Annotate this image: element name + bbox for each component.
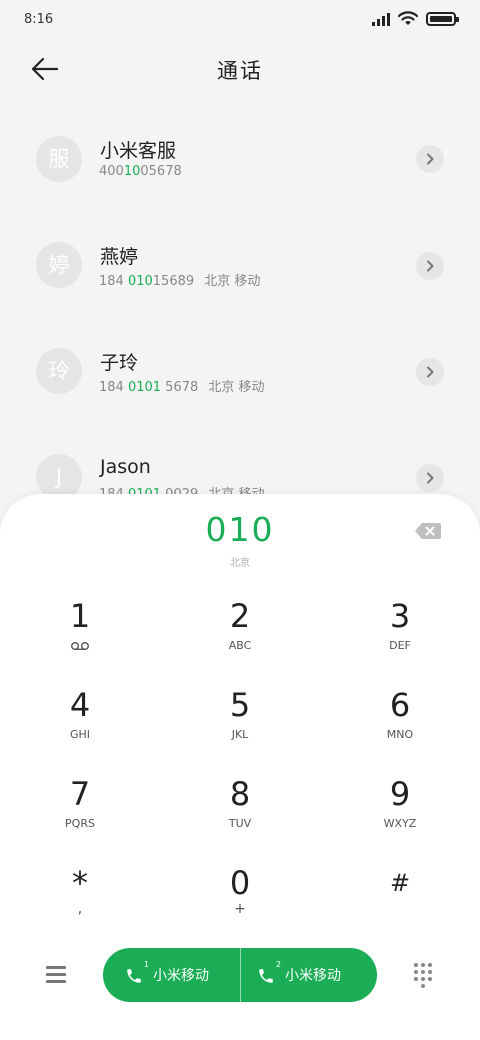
status-icons bbox=[372, 11, 459, 26]
contact-row[interactable]: 服 小米客服 4001005678 bbox=[0, 102, 480, 208]
dial-key-9[interactable]: 9 WXYZ bbox=[340, 774, 460, 854]
contact-location: 北京 移动 bbox=[204, 274, 261, 289]
contact-location: 北京 移动 bbox=[208, 380, 265, 395]
key-letters: DEF bbox=[389, 639, 411, 652]
dial-number-display[interactable]: 010 bbox=[0, 510, 480, 549]
contact-number: 184 01015689 北京 移动 bbox=[99, 270, 260, 289]
voicemail-icon bbox=[71, 642, 89, 650]
battery-icon bbox=[426, 11, 459, 26]
dial-key-3[interactable]: 3 DEF bbox=[340, 596, 460, 676]
sim-number: 1 bbox=[143, 960, 149, 969]
contact-number: 184 0101 5678 北京 移动 bbox=[99, 376, 265, 395]
number-prefix: 184 bbox=[99, 380, 128, 395]
contact-row[interactable]: 婷 燕婷 184 01015689 北京 移动 bbox=[0, 208, 480, 314]
number-match: 0101 bbox=[127, 380, 162, 395]
key-digit: 3 bbox=[389, 597, 411, 635]
avatar: 服 bbox=[36, 136, 82, 182]
dial-key-star[interactable]: * , bbox=[20, 863, 140, 943]
contact-number: 4001005678 bbox=[99, 164, 182, 179]
key-digit: 4 bbox=[69, 686, 91, 724]
key-letters: ABC bbox=[228, 639, 252, 652]
contact-name: 燕婷 bbox=[100, 246, 139, 268]
key-digit: 6 bbox=[389, 686, 411, 724]
delete-button[interactable] bbox=[414, 522, 442, 540]
contact-detail-button[interactable] bbox=[416, 145, 444, 173]
number-prefix: 184 bbox=[99, 274, 128, 289]
header: 通话 bbox=[0, 40, 480, 98]
key-digit: # bbox=[389, 869, 411, 897]
dial-key-8[interactable]: 8 TUV bbox=[180, 774, 300, 854]
contact-name: Jason bbox=[100, 456, 151, 478]
dial-key-5[interactable]: 5 JKL bbox=[180, 685, 300, 765]
key-digit: 9 bbox=[389, 775, 411, 813]
sim-number: 2 bbox=[275, 960, 281, 969]
contact-detail-button[interactable] bbox=[416, 464, 444, 492]
phone-icon bbox=[127, 969, 141, 983]
menu-button[interactable] bbox=[46, 966, 66, 984]
avatar: 玲 bbox=[36, 348, 82, 394]
key-letters: MNO bbox=[386, 728, 414, 741]
key-letters: TUV bbox=[228, 817, 252, 830]
number-prefix: 400 bbox=[99, 164, 124, 179]
bottom-bar: 1 小米移动 2 小米移动 bbox=[0, 948, 480, 1002]
key-letters: PQRS bbox=[65, 817, 95, 830]
call-sim2-button[interactable]: 2 小米移动 bbox=[257, 948, 341, 1002]
backspace-icon bbox=[415, 523, 441, 539]
sim-indicator: 1 bbox=[125, 960, 149, 986]
key-digit: 8 bbox=[229, 775, 251, 813]
key-digit: 7 bbox=[69, 775, 91, 813]
avatar: 婷 bbox=[36, 242, 82, 288]
dial-location: 北京 bbox=[230, 558, 250, 569]
dial-key-4[interactable]: 4 GHI bbox=[20, 685, 140, 765]
dial-key-0[interactable]: 0 + bbox=[180, 863, 300, 943]
contact-name: 子玲 bbox=[100, 352, 139, 374]
page-title: 通话 bbox=[217, 59, 263, 83]
dial-key-hash[interactable]: # bbox=[340, 863, 460, 943]
contact-detail-button[interactable] bbox=[416, 252, 444, 280]
key-letters: + bbox=[234, 901, 246, 917]
signal-icon bbox=[372, 12, 390, 26]
sim-indicator: 2 bbox=[257, 960, 281, 986]
key-digit: * bbox=[72, 864, 88, 902]
call-label: 小米移动 bbox=[153, 968, 209, 984]
chevron-right-icon bbox=[427, 472, 434, 484]
dial-key-6[interactable]: 6 MNO bbox=[340, 685, 460, 765]
key-letters: , bbox=[77, 901, 83, 917]
key-letters: GHI bbox=[69, 728, 91, 741]
number-suffix: 5678 bbox=[161, 380, 199, 395]
chevron-right-icon bbox=[427, 260, 434, 272]
call-sim1-button[interactable]: 1 小米移动 bbox=[125, 948, 209, 1002]
number-match: 10 bbox=[123, 164, 141, 179]
number-suffix: 05678 bbox=[140, 164, 182, 179]
call-button-group: 1 小米移动 2 小米移动 bbox=[103, 948, 377, 1002]
call-label: 小米移动 bbox=[285, 968, 341, 984]
key-digit: 0 bbox=[229, 864, 251, 902]
key-letters: JKL bbox=[231, 728, 249, 741]
contact-name: 小米客服 bbox=[100, 140, 177, 162]
key-digit: 1 bbox=[69, 597, 91, 635]
status-bar: 8:16 bbox=[0, 0, 480, 40]
key-digit: 5 bbox=[229, 686, 251, 724]
key-digit: 2 bbox=[229, 597, 251, 635]
menu-icon bbox=[46, 966, 66, 983]
number-suffix: 15689 bbox=[152, 274, 195, 289]
dialpad-icon[interactable] bbox=[414, 963, 434, 988]
status-time: 8:16 bbox=[24, 12, 54, 27]
phone-icon bbox=[259, 969, 273, 983]
contact-row[interactable]: 玲 子玲 184 0101 5678 北京 移动 bbox=[0, 314, 480, 420]
number-match: 010 bbox=[127, 274, 153, 289]
chevron-right-icon bbox=[427, 153, 434, 165]
dial-key-1[interactable]: 1 bbox=[20, 596, 140, 676]
chevron-right-icon bbox=[427, 366, 434, 378]
wifi-icon bbox=[398, 11, 418, 25]
dial-key-7[interactable]: 7 PQRS bbox=[20, 774, 140, 854]
key-letters: WXYZ bbox=[383, 817, 417, 830]
dial-key-2[interactable]: 2 ABC bbox=[180, 596, 300, 676]
call-divider bbox=[240, 948, 241, 1002]
contact-detail-button[interactable] bbox=[416, 358, 444, 386]
